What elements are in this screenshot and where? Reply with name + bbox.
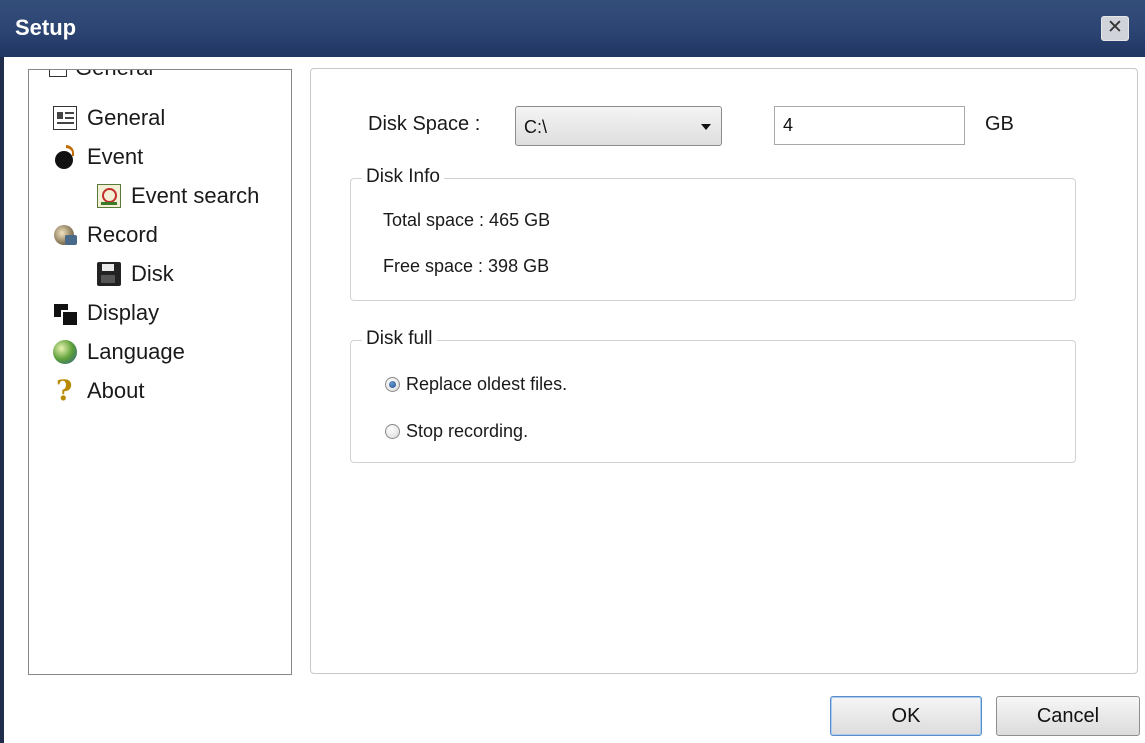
tree-item-label: About (87, 378, 145, 403)
display-icon (53, 301, 77, 325)
disk-full-legend: Disk full (362, 328, 437, 350)
chevron-down-icon (701, 124, 711, 130)
tree-item-event-search[interactable]: Event search (97, 181, 259, 211)
drive-select-value: C:\ (524, 117, 548, 137)
free-space-text: Free space : 398 GB (383, 256, 550, 276)
title-bar: Setup ✕ (0, 0, 1145, 57)
tree-item-label: Display (87, 300, 160, 325)
tree-item-disk[interactable]: Disk (97, 259, 174, 289)
tree-item-label: Record (87, 222, 158, 247)
disk-icon (97, 262, 121, 286)
tree-partial-item: General (49, 70, 291, 86)
gb-unit-label: GB (985, 113, 1014, 135)
ok-button[interactable]: OK (830, 696, 982, 736)
about-icon (53, 374, 77, 407)
language-icon (53, 340, 77, 364)
disk-space-label: Disk Space : (368, 113, 481, 135)
window-frame-left (0, 57, 4, 743)
settings-tree[interactable]: General General Event Event search Recor… (28, 69, 292, 675)
tree-item-label: Language (87, 339, 185, 364)
event-search-icon (97, 184, 121, 208)
record-icon (53, 223, 77, 247)
disk-size-input[interactable] (774, 106, 965, 145)
replace-oldest-radio[interactable] (385, 377, 400, 392)
general-icon (53, 106, 77, 130)
tree-item-record[interactable]: Record (53, 220, 158, 250)
tree-item-event[interactable]: Event (53, 142, 143, 172)
window-title: Setup (15, 15, 77, 40)
tree-item-display[interactable]: Display (53, 298, 159, 328)
disk-info-legend: Disk Info (362, 166, 444, 188)
tree-scroll-line (291, 540, 292, 675)
drive-select[interactable]: C:\ (515, 106, 722, 146)
stop-recording-radio[interactable] (385, 424, 400, 439)
tree-item-label: Event search (131, 183, 260, 208)
general-icon (49, 70, 67, 78)
cancel-button[interactable]: Cancel (996, 696, 1140, 736)
disk-info-group (350, 178, 1076, 301)
tree-item-general[interactable]: General (53, 103, 165, 133)
tree-item-language[interactable]: Language (53, 337, 185, 367)
tree-item-label: General (87, 105, 166, 130)
total-space-text: Total space : 465 GB (383, 210, 551, 230)
stop-recording-label: Stop recording. (406, 421, 529, 441)
stop-recording-option[interactable]: Stop recording. (385, 421, 528, 442)
disk-full-group (350, 340, 1076, 463)
tree-item-about[interactable]: About (53, 374, 145, 407)
tree-item-label: Disk (131, 261, 174, 286)
close-button[interactable]: ✕ (1101, 16, 1129, 41)
replace-oldest-label: Replace oldest files. (406, 374, 568, 394)
event-icon (53, 145, 77, 169)
tree-partial-item-label: General (75, 70, 153, 80)
tree-item-label: Event (87, 144, 144, 169)
replace-oldest-option[interactable]: Replace oldest files. (385, 374, 567, 395)
